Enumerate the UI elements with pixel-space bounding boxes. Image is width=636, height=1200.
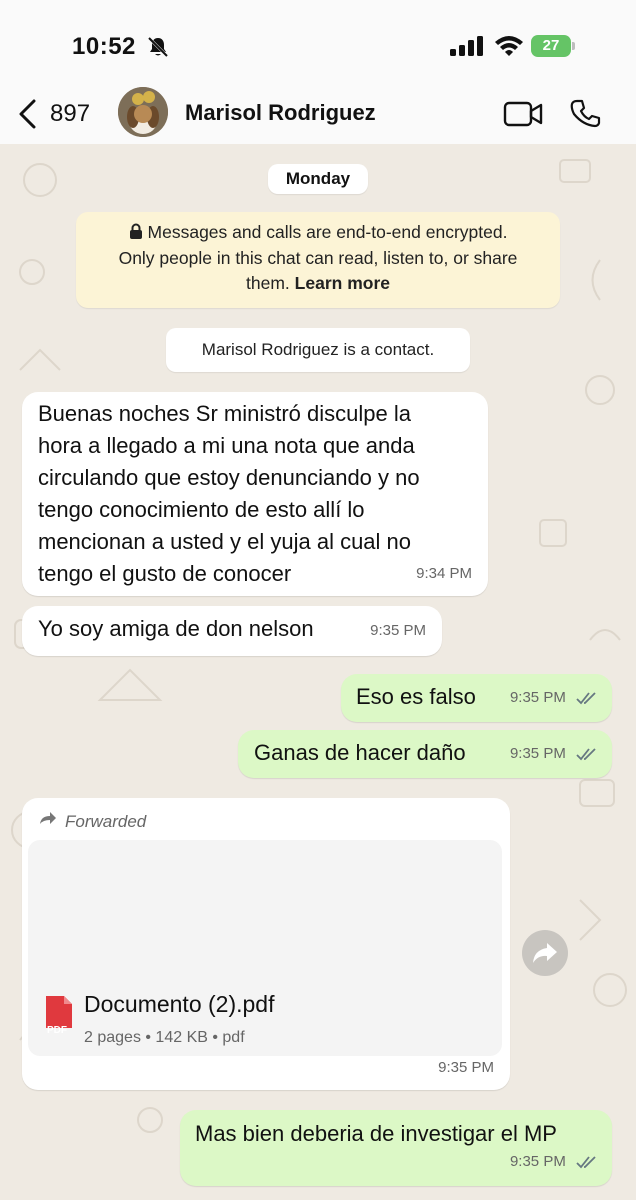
message-line: tengo conocimiento de esto allí lo (38, 497, 365, 522)
battery-level: 27 (531, 35, 571, 57)
message-text: Ganas de hacer daño (254, 740, 466, 765)
encryption-text-3: them. (246, 273, 290, 293)
learn-more-link[interactable]: Learn more (295, 273, 390, 293)
message-time: 9:34 PM (416, 565, 472, 582)
pdf-icon-label: PDF (47, 1025, 67, 1036)
double-check-icon (576, 692, 596, 705)
signal-icon (450, 36, 483, 56)
message-bubble-outgoing[interactable]: Ganas de hacer daño 9:35 PM (238, 730, 612, 778)
document-card[interactable]: PDF Documento (2).pdf 2 pages • 142 KB •… (28, 840, 502, 1056)
day-label: Monday (268, 164, 368, 194)
encryption-line-1: Messages and calls are end-to-end encryp… (76, 220, 560, 246)
wifi-icon (495, 36, 523, 56)
message-bubble-incoming[interactable]: Yo soy amiga de don nelson 9:35 PM (22, 606, 442, 656)
forwarded-label: Forwarded (65, 812, 147, 831)
battery-tip (572, 42, 575, 50)
message-line: tengo el gusto de conocer (38, 561, 292, 586)
message-time: 9:35 PM (510, 738, 598, 770)
message-text: Yo soy amiga de don nelson (38, 616, 314, 641)
encryption-line-3: them. Learn more (76, 271, 560, 297)
message-line: mencionan a usted y el yuja al cual no (38, 529, 412, 554)
message-time-text: 9:35 PM (509, 689, 566, 706)
message-text: Buenas noches Sr ministró disculpe la ho… (38, 398, 420, 590)
message-line: circulando que estoy denunciando y no (38, 465, 420, 490)
contact-name[interactable]: Marisol Rodriguez (185, 100, 376, 126)
lock-icon (129, 223, 142, 239)
share-button[interactable] (522, 930, 568, 976)
bell-slash-icon (147, 36, 169, 58)
message-line: Buenas noches Sr ministró disculpe la (38, 401, 411, 426)
message-line: hora a llegado a mi una nota que anda (38, 433, 415, 458)
double-check-icon (576, 1156, 596, 1169)
message-bubble-outgoing[interactable]: Mas bien deberia de investigar el MP 9:3… (180, 1110, 612, 1186)
message-time: 9:35 PM (438, 1059, 494, 1076)
message-text: Mas bien deberia de investigar el MP (195, 1121, 557, 1146)
double-check-icon (576, 748, 596, 761)
message-time-text: 9:35 PM (509, 1153, 566, 1170)
encryption-text-1: Messages and calls are end-to-end encryp… (147, 222, 508, 242)
back-chevron-icon[interactable] (16, 98, 38, 130)
avatar-image (118, 87, 168, 137)
unread-count[interactable]: 897 (50, 100, 90, 128)
phone-icon[interactable] (570, 98, 602, 130)
encryption-line-2: Only people in this chat can read, liste… (118, 247, 518, 268)
message-bubble-outgoing[interactable]: Eso es falso 9:35 PM (341, 674, 612, 722)
share-icon (533, 943, 557, 963)
encryption-notice[interactable]: Messages and calls are end-to-end encryp… (76, 212, 560, 308)
message-bubble-incoming[interactable]: Buenas noches Sr ministró disculpe la ho… (22, 392, 488, 596)
message-time: 9:35 PM (510, 682, 598, 714)
forward-arrow-icon (40, 812, 56, 824)
document-name: Documento (2).pdf (84, 991, 275, 1017)
message-time: 9:35 PM (510, 1146, 598, 1178)
message-time-text: 9:35 PM (509, 745, 566, 762)
contact-note: Marisol Rodriguez is a contact. (166, 328, 470, 372)
document-meta: 2 pages • 142 KB • pdf (84, 1029, 245, 1046)
video-call-icon[interactable] (503, 100, 543, 128)
battery-icon: 27 (531, 35, 575, 57)
avatar[interactable] (118, 87, 168, 137)
status-bar: 10:52 27 (0, 0, 636, 88)
status-time: 10:52 (72, 33, 136, 60)
message-bubble-document[interactable]: Forwarded PDF Documento (2).pdf 2 pages … (22, 798, 510, 1090)
message-time: 9:35 PM (370, 622, 426, 639)
chat-header: 897 Marisol Rodriguez (0, 87, 636, 144)
message-text: Eso es falso (356, 684, 476, 709)
